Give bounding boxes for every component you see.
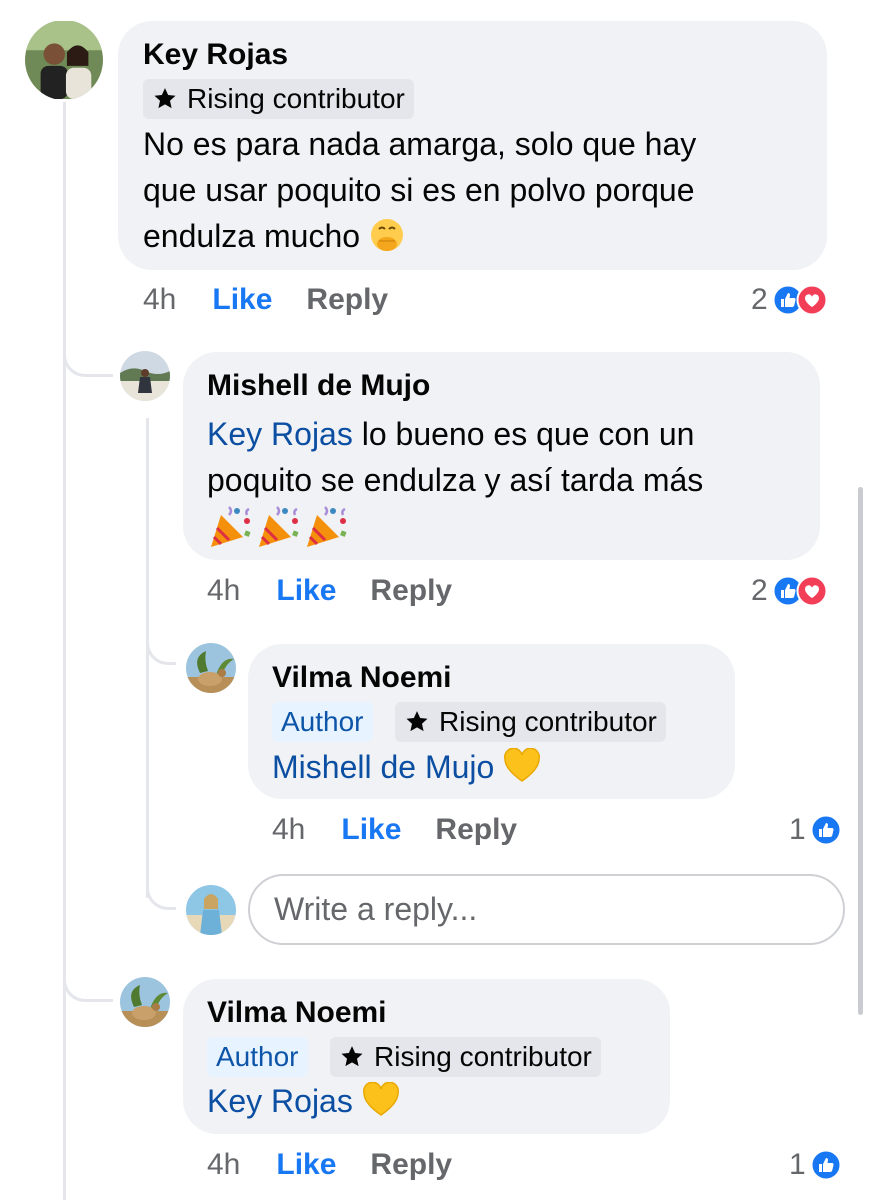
thread-connector	[146, 870, 176, 910]
mention-link[interactable]: Key Rojas	[207, 1083, 353, 1119]
thumbs-up-icon	[810, 1149, 842, 1181]
comment-text-line: No es para nada amarga, solo que hay	[143, 126, 697, 162]
reply-button[interactable]: Reply	[435, 813, 517, 847]
avatar-photo	[120, 351, 170, 401]
mention-link[interactable]: Key Rojas	[207, 416, 353, 452]
party-popper-emoji	[255, 503, 303, 549]
badge-label: Author	[216, 1041, 299, 1072]
commenter-name[interactable]: Vilma Noemi	[272, 661, 452, 695]
rising-contributor-badge[interactable]: Rising contributor	[143, 79, 414, 119]
badge-label: Rising contributor	[187, 83, 405, 114]
avatar[interactable]	[186, 643, 236, 693]
comment-text: No es para nada amarga, solo que hay que…	[143, 121, 813, 259]
avatar[interactable]	[25, 20, 103, 100]
heart-icon	[796, 575, 828, 607]
comment-actions: 4h Like Reply	[143, 280, 388, 320]
mention-link[interactable]: Mishell de Mujo	[272, 749, 494, 785]
avatar-photo	[25, 21, 103, 99]
timestamp[interactable]: 4h	[272, 813, 305, 847]
badge-label: Rising contributor	[374, 1041, 592, 1072]
avatar-photo	[186, 885, 236, 935]
heart-icon	[796, 284, 828, 316]
rising-contributor-badge[interactable]: Rising contributor	[330, 1037, 601, 1077]
reaction-count: 1	[789, 813, 806, 846]
yellow-heart-emoji	[362, 1082, 400, 1118]
avatar[interactable]	[120, 351, 170, 401]
comment-text-line: Mishell de Mujo	[272, 744, 712, 790]
comment-text-line: Key Rojas lo bueno es que con un	[207, 416, 695, 452]
like-button[interactable]: Like	[341, 813, 401, 847]
reaction-count: 2	[751, 574, 768, 607]
comment-text-line: Key Rojas	[207, 1078, 647, 1124]
comment-actions: 4h Like Reply	[207, 1145, 452, 1185]
comment-text-line: poquito se endulza y así tarda más	[207, 462, 704, 498]
like-button[interactable]: Like	[276, 574, 336, 608]
avatar-photo	[186, 643, 236, 693]
badge-label: Author	[281, 706, 364, 737]
like-button[interactable]: Like	[212, 283, 272, 317]
timestamp[interactable]: 4h	[143, 283, 176, 317]
reply-placeholder: Write a reply...	[274, 891, 478, 927]
reply-button[interactable]: Reply	[370, 1148, 452, 1182]
author-badge[interactable]: Author	[272, 702, 373, 742]
comment-text-line	[207, 503, 807, 555]
rising-contributor-badge[interactable]: Rising contributor	[395, 702, 666, 742]
thread-connector	[63, 340, 113, 377]
comment-actions: 4h Like Reply	[207, 571, 452, 611]
reply-button[interactable]: Reply	[306, 283, 388, 317]
yellow-heart-emoji	[503, 748, 541, 784]
comment-text: Mishell de Mujo	[272, 744, 712, 790]
reply-button[interactable]: Reply	[370, 574, 452, 608]
hand-over-mouth-emoji	[369, 217, 405, 253]
current-user-avatar[interactable]	[186, 885, 236, 935]
timestamp[interactable]: 4h	[207, 574, 240, 608]
star-icon	[406, 711, 428, 732]
party-popper-emoji	[303, 503, 351, 549]
thread-line-nested	[146, 418, 149, 898]
like-button[interactable]: Like	[276, 1148, 336, 1182]
timestamp[interactable]: 4h	[207, 1148, 240, 1182]
star-icon	[154, 88, 176, 109]
reaction-summary[interactable]: 2	[751, 571, 828, 611]
comment-text-line: endulza mucho	[143, 213, 813, 259]
comment-actions: 4h Like Reply	[272, 810, 517, 850]
thumbs-up-icon	[810, 814, 842, 846]
scrollbar[interactable]	[858, 487, 863, 1015]
reaction-count: 1	[789, 1148, 806, 1181]
star-icon	[341, 1046, 363, 1067]
commenter-name[interactable]: Key Rojas	[143, 38, 288, 72]
reaction-summary[interactable]: 1	[789, 810, 842, 850]
author-badge[interactable]: Author	[207, 1037, 308, 1077]
thread-connector	[146, 630, 176, 665]
comment-text: Key Rojas lo bueno es que con un poquito…	[207, 411, 807, 555]
badge-label: Rising contributor	[439, 706, 657, 737]
commenter-name[interactable]: Vilma Noemi	[207, 996, 387, 1030]
comment-text-line: que usar poquito si es en polvo porque	[143, 172, 695, 208]
thread-connector	[63, 965, 113, 1002]
reaction-count: 2	[751, 283, 768, 316]
commenter-name[interactable]: Mishell de Mujo	[207, 369, 430, 403]
thread-line-root	[63, 102, 66, 1200]
comment-text: Key Rojas	[207, 1078, 647, 1124]
avatar[interactable]	[120, 977, 170, 1027]
party-popper-emoji	[207, 503, 255, 549]
reaction-summary[interactable]: 1	[789, 1145, 842, 1185]
reply-input[interactable]: Write a reply...	[248, 874, 845, 945]
reaction-summary[interactable]: 2	[751, 280, 828, 320]
avatar-photo	[120, 977, 170, 1027]
